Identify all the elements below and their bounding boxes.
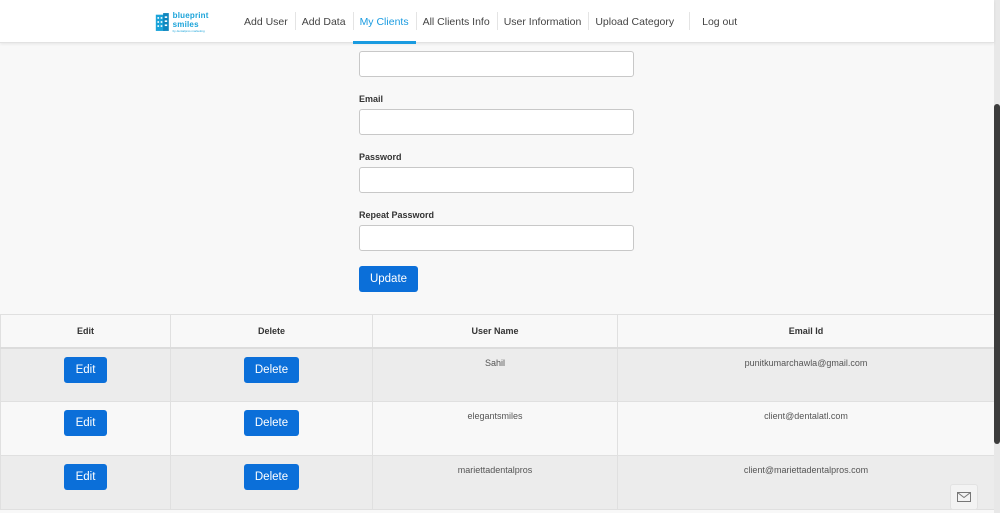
delete-button[interactable]: Delete <box>244 356 299 383</box>
email-label: Email <box>359 94 384 104</box>
table-row: Edit Delete Sahil punitkumarchawla@gmail… <box>0 347 995 402</box>
header-user-name: User Name <box>372 314 618 349</box>
nav-upload-category[interactable]: Upload Category <box>588 0 681 43</box>
nav-add-data[interactable]: Add Data <box>294 0 353 43</box>
message-button[interactable] <box>950 484 978 510</box>
page-scrollbar[interactable] <box>994 0 1000 513</box>
password-field[interactable] <box>359 167 634 193</box>
edit-button[interactable]: Edit <box>64 410 107 436</box>
delete-button[interactable]: Delete <box>244 410 299 436</box>
email-cell: punitkumarchawla@gmail.com <box>617 347 995 402</box>
building-logo-icon <box>155 12 169 31</box>
delete-button[interactable]: Delete <box>244 464 299 490</box>
top-navbar: blueprint smiles by dentalpros marketing… <box>0 0 994 44</box>
header-email-id: Email Id <box>617 314 995 349</box>
clients-table: Edit Delete User Name Email Id Edit Dele… <box>0 314 995 510</box>
email-cell: client@dentalatl.com <box>617 401 995 456</box>
header-delete: Delete <box>170 314 373 349</box>
repeat-password-field[interactable] <box>359 225 634 251</box>
scrollbar-thumb[interactable] <box>994 104 1000 444</box>
table-row: Edit Delete elegantsmiles client@dentala… <box>0 401 995 456</box>
nav-add-user[interactable]: Add User <box>237 0 295 43</box>
password-label: Password <box>359 152 402 162</box>
table-header-row: Edit Delete User Name Email Id <box>0 314 995 349</box>
user-name-cell: elegantsmiles <box>372 401 618 456</box>
email-field[interactable] <box>359 109 634 135</box>
edit-button[interactable]: Edit <box>64 464 107 490</box>
header-edit: Edit <box>0 314 171 349</box>
email-cell: client@mariettadentalpros.com <box>617 455 995 510</box>
brand-name: blueprint smiles <box>172 10 209 29</box>
envelope-icon <box>957 492 971 502</box>
user-name-cell: mariettadentalpros <box>372 455 618 510</box>
update-button[interactable]: Update <box>359 266 418 292</box>
nav-my-clients[interactable]: My Clients <box>352 0 416 44</box>
user-name-cell: Sahil <box>372 347 618 402</box>
brand-logo[interactable]: blueprint smiles by dentalpros marketing <box>155 9 225 34</box>
main-nav: Add User Add Data My Clients All Clients… <box>237 0 744 44</box>
brand-tagline: by dentalpros marketing <box>172 28 205 33</box>
nav-all-clients-info[interactable]: All Clients Info <box>415 0 497 43</box>
repeat-password-label: Repeat Password <box>359 210 435 220</box>
name-field[interactable] <box>359 51 634 77</box>
table-row: Edit Delete mariettadentalpros client@ma… <box>0 455 995 510</box>
nav-logout[interactable]: Log out <box>689 0 744 43</box>
edit-button[interactable]: Edit <box>64 356 107 383</box>
nav-user-information[interactable]: User Information <box>496 0 589 43</box>
